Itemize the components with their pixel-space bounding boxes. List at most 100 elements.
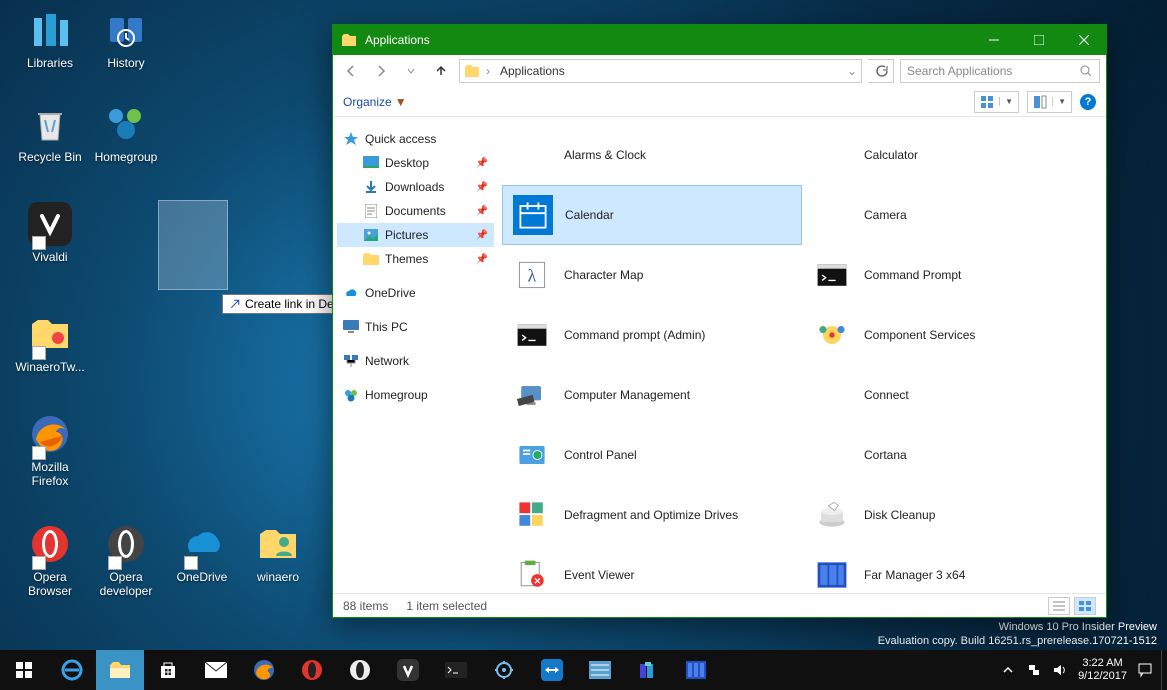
nav-homegroup[interactable]: Homegroup: [337, 383, 494, 407]
calendar-icon: [513, 195, 553, 235]
app-item-cmd[interactable]: Command prompt (Admin): [502, 305, 802, 365]
tray-show-hidden-icon[interactable]: [1000, 662, 1016, 678]
desktop-icon-recycle-bin[interactable]: Recycle Bin: [14, 100, 86, 164]
desktop-icon-vivaldi[interactable]: ↗ Vivaldi: [14, 200, 86, 264]
minimize-button[interactable]: [971, 25, 1016, 55]
taskbar-store[interactable]: [144, 650, 192, 690]
app-item-alarm[interactable]: Alarms & Clock: [502, 125, 802, 185]
nav-desktop[interactable]: Desktop 📌: [337, 151, 494, 175]
preview-pane-icon: [1033, 95, 1047, 109]
app-item-calendar[interactable]: Calendar: [502, 185, 802, 245]
titlebar[interactable]: Applications: [333, 25, 1106, 55]
app-item-label: Cortana: [864, 448, 907, 462]
compmgmt-icon: [512, 375, 552, 415]
app-item-charmap[interactable]: Character Map: [502, 245, 802, 305]
nav-themes[interactable]: Themes 📌: [337, 247, 494, 271]
desktop-icon-history[interactable]: History: [90, 6, 162, 70]
taskbar-vivaldi[interactable]: [384, 650, 432, 690]
app-item-camera[interactable]: Camera: [802, 185, 1102, 245]
desktop-icon-opera-developer[interactable]: ↗ Opera developer: [90, 520, 162, 598]
taskbar-file-explorer[interactable]: [96, 650, 144, 690]
desktop-icon-opera-browser[interactable]: ↗ Opera Browser: [14, 520, 86, 598]
tray-notifications-icon[interactable]: [1137, 662, 1153, 678]
address-dropdown-icon[interactable]: ⌄: [847, 64, 857, 78]
app-item-label: Alarms & Clock: [564, 148, 646, 162]
tray-volume-icon[interactable]: [1052, 662, 1068, 678]
nav-back-button[interactable]: [339, 59, 363, 83]
desktop-icon-onedrive[interactable]: ↗ OneDrive: [166, 520, 238, 584]
tray-clock[interactable]: 3:22 AM 9/12/2017: [1078, 657, 1127, 683]
nav-label: Themes: [385, 252, 428, 266]
command-bar: Organize ▼ ▼ ▼ ?: [333, 87, 1106, 117]
nav-this-pc[interactable]: This PC: [337, 315, 494, 339]
desktop-icon-libraries[interactable]: Libraries: [14, 6, 86, 70]
cortana-icon: [812, 435, 852, 475]
breadcrumb[interactable]: Applications: [496, 62, 569, 80]
desktop-icon-firefox[interactable]: ↗ Mozilla Firefox: [14, 410, 86, 488]
address-bar[interactable]: › Applications ⌄: [459, 59, 862, 83]
organize-button[interactable]: Organize ▼: [343, 95, 407, 109]
close-button[interactable]: [1061, 25, 1106, 55]
taskbar-opera-red[interactable]: [288, 650, 336, 690]
nav-downloads[interactable]: Downloads 📌: [337, 175, 494, 199]
app-item-cmd[interactable]: Command Prompt: [802, 245, 1102, 305]
taskbar-firefox[interactable]: [240, 650, 288, 690]
nav-quick-access[interactable]: Quick access: [337, 127, 494, 151]
app-item-calc[interactable]: Calculator: [802, 125, 1102, 185]
app-item-cleanup[interactable]: Disk Cleanup: [802, 485, 1102, 545]
desktop-icon-winaero-user[interactable]: winaero: [242, 520, 314, 584]
taskbar-cmd[interactable]: [432, 650, 480, 690]
nav-up-button[interactable]: [429, 59, 453, 83]
taskbar-mail[interactable]: [192, 650, 240, 690]
show-desktop-button[interactable]: [1161, 650, 1167, 690]
app-grid: Alarms & Clock Calculator CalendarCameraCh…: [502, 125, 1102, 593]
taskbar-edge[interactable]: [48, 650, 96, 690]
taskbar: 3:22 AM 9/12/2017: [0, 650, 1167, 690]
app-item-label: Calculator: [864, 148, 918, 162]
app-item-connect[interactable]: Connect: [802, 365, 1102, 425]
refresh-button[interactable]: [868, 59, 894, 83]
app-item-far[interactable]: Far Manager 3 x64: [802, 545, 1102, 593]
taskbar-services[interactable]: [480, 650, 528, 690]
nav-documents[interactable]: Documents 📌: [337, 199, 494, 223]
desktop-icon-homegroup[interactable]: Homegroup: [90, 100, 162, 164]
dropdown-arrow-icon: ▼: [1058, 97, 1066, 106]
app-item-defrag[interactable]: Defragment and Optimize Drives: [502, 485, 802, 545]
nav-forward-button[interactable]: [369, 59, 393, 83]
taskbar-opera-white[interactable]: [336, 650, 384, 690]
address-bar-row: › Applications ⌄ Search Applications: [333, 55, 1106, 87]
app-item-cortana[interactable]: Cortana: [802, 425, 1102, 485]
taskbar-winaero[interactable]: [576, 650, 624, 690]
cmd-icon: [512, 315, 552, 355]
maximize-button[interactable]: [1016, 25, 1061, 55]
libraries-icon: [26, 6, 74, 54]
desktop-icon-winaerotweaker[interactable]: ↗ WinaeroTw...: [14, 310, 86, 374]
dropdown-arrow-icon: ▼: [1005, 97, 1013, 106]
taskbar-teamviewer[interactable]: [528, 650, 576, 690]
homegroup-icon: [102, 100, 150, 148]
preview-pane-button[interactable]: ▼: [1027, 91, 1072, 113]
app-item-eventvwr[interactable]: Event Viewer: [502, 545, 802, 593]
nav-recent-dropdown[interactable]: [399, 59, 423, 83]
tray-network-icon[interactable]: [1026, 662, 1042, 678]
tiles-view-button[interactable]: [1074, 597, 1096, 615]
taskbar-regedit[interactable]: [624, 650, 672, 690]
nav-pictures[interactable]: Pictures 📌: [337, 223, 494, 247]
app-item-label: Command Prompt: [864, 268, 961, 282]
app-item-comsvc[interactable]: Component Services: [802, 305, 1102, 365]
search-box[interactable]: Search Applications: [900, 59, 1100, 83]
start-button[interactable]: [0, 650, 48, 690]
app-item-cpanel[interactable]: Control Panel: [502, 425, 802, 485]
nav-network[interactable]: Network: [337, 349, 494, 373]
desktop-icon-label: OneDrive: [166, 570, 238, 584]
recycle-bin-icon: [26, 100, 74, 148]
view-mode-button[interactable]: ▼: [974, 91, 1019, 113]
help-button[interactable]: ?: [1080, 94, 1096, 110]
nav-label: Downloads: [385, 180, 444, 194]
cpanel-icon: [512, 435, 552, 475]
desktop-icon-label: Vivaldi: [14, 250, 86, 264]
taskbar-far[interactable]: [672, 650, 720, 690]
nav-onedrive[interactable]: OneDrive: [337, 281, 494, 305]
details-view-button[interactable]: [1048, 597, 1070, 615]
app-item-compmgmt[interactable]: Computer Management: [502, 365, 802, 425]
